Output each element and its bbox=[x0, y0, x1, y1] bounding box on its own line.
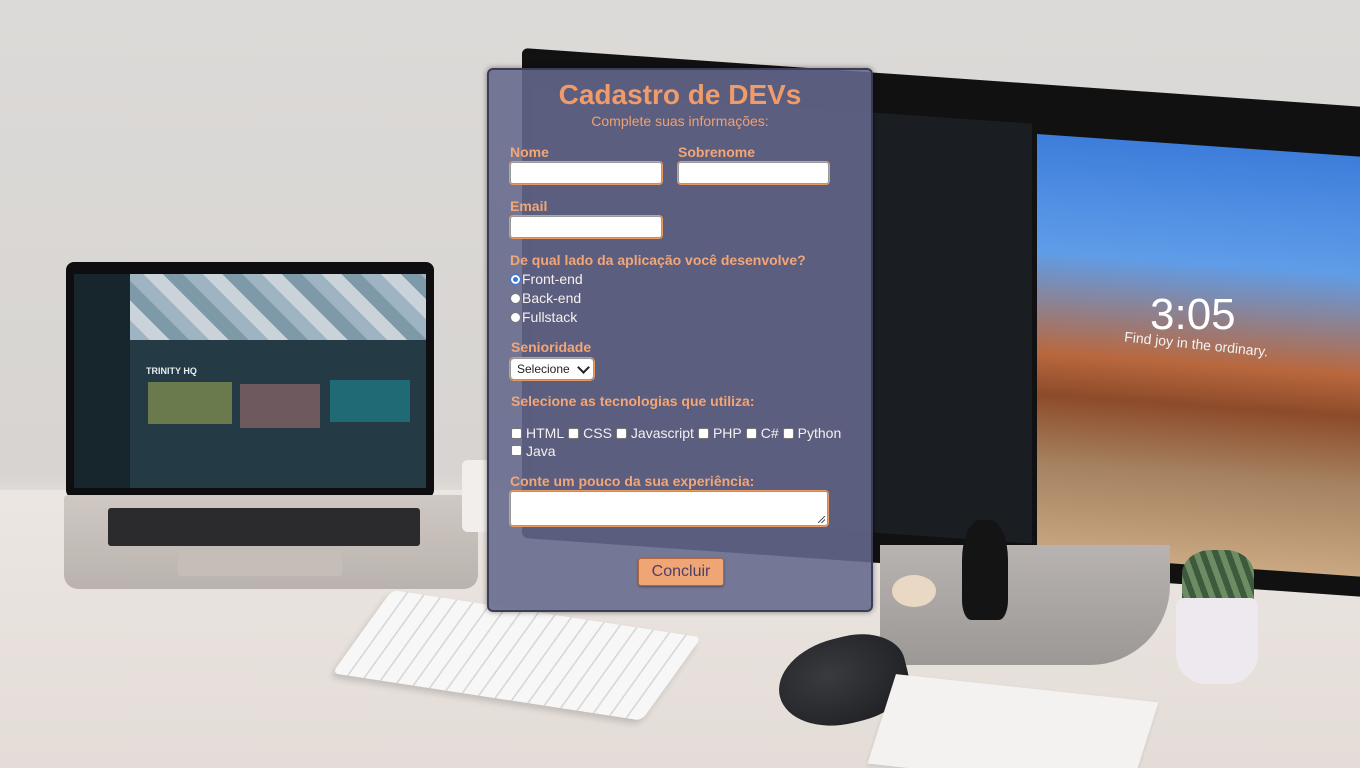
checkbox-label: Python bbox=[797, 425, 842, 441]
experience-label: Conte um pouco da sua experiência: bbox=[510, 473, 755, 489]
checkbox[interactable] bbox=[568, 427, 580, 439]
checkbox-label: CSS bbox=[583, 425, 612, 441]
radio-button[interactable] bbox=[510, 311, 521, 323]
radio-fullstack[interactable]: Fullstack bbox=[510, 308, 577, 326]
radio-label: Back-end bbox=[522, 290, 582, 306]
monitor-wallpaper bbox=[1037, 134, 1360, 581]
last-name-input[interactable] bbox=[678, 162, 829, 184]
seniority-selected-value: Selecione bbox=[517, 362, 570, 376]
laptop-card bbox=[330, 380, 410, 422]
checkbox-label: C# bbox=[760, 425, 779, 441]
lamp bbox=[892, 575, 936, 607]
email-input[interactable] bbox=[510, 216, 662, 238]
checkbox-php[interactable]: PHP bbox=[697, 425, 742, 441]
side-question-label: De qual lado da aplicação você desenvolv… bbox=[510, 252, 806, 268]
tech-question-label: Selecione as tecnologias que utiliza: bbox=[511, 393, 755, 409]
checkbox[interactable] bbox=[745, 427, 757, 439]
checkbox-label: Java bbox=[526, 442, 556, 459]
laptop-card bbox=[148, 382, 232, 424]
form-subtitle: Complete suas informações: bbox=[591, 113, 769, 129]
first-name-input[interactable] bbox=[510, 162, 662, 184]
checkbox-html[interactable]: HTML bbox=[511, 425, 564, 441]
laptop-screen: TRINITY HQ bbox=[66, 262, 434, 498]
radio-front-end[interactable]: Front-end bbox=[510, 270, 583, 288]
checkbox-java[interactable]: Java bbox=[511, 443, 556, 459]
laptop-workspace-title: TRINITY HQ bbox=[146, 366, 197, 376]
seniority-label: Senioridade bbox=[511, 339, 592, 355]
radio-label: Front-end bbox=[522, 271, 583, 287]
chevron-down-icon bbox=[577, 360, 590, 374]
checkbox[interactable] bbox=[782, 427, 794, 439]
laptop-banner bbox=[130, 274, 426, 340]
figurine bbox=[962, 520, 1008, 620]
radio-button[interactable] bbox=[510, 292, 521, 304]
radio-button-checked[interactable] bbox=[510, 273, 521, 285]
checkbox-csharp[interactable]: C# bbox=[745, 425, 779, 441]
submit-button[interactable]: Concluir bbox=[638, 558, 724, 586]
laptop-keyboard bbox=[108, 508, 420, 546]
form-title: Cadastro de DEVs bbox=[558, 79, 802, 110]
checkbox-label: Javascript bbox=[630, 425, 694, 441]
laptop-sidebar bbox=[74, 274, 130, 488]
seniority-select[interactable]: Selecione bbox=[510, 358, 594, 380]
radio-back-end[interactable]: Back-end bbox=[510, 289, 581, 307]
checkbox[interactable] bbox=[697, 427, 709, 439]
laptop-card bbox=[240, 384, 320, 428]
resize-handle-icon[interactable] bbox=[818, 516, 825, 523]
laptop-display: TRINITY HQ bbox=[74, 274, 426, 488]
checkbox-javascript[interactable]: Javascript bbox=[615, 425, 694, 441]
checkbox[interactable] bbox=[511, 445, 522, 456]
email-label: Email bbox=[510, 198, 548, 214]
technologies-group: HTML CSS Javascript PHP C# Python Java bbox=[511, 425, 861, 460]
last-name-label: Sobrenome bbox=[678, 144, 756, 160]
first-name-label: Nome bbox=[510, 144, 549, 160]
checkbox-css[interactable]: CSS bbox=[568, 425, 612, 441]
checkbox-label: PHP bbox=[712, 425, 742, 441]
experience-textarea[interactable] bbox=[510, 491, 828, 526]
checkbox[interactable] bbox=[615, 427, 627, 439]
cup bbox=[462, 460, 490, 532]
checkbox[interactable] bbox=[511, 427, 522, 439]
radio-label: Fullstack bbox=[522, 309, 578, 325]
checkbox-python[interactable]: Python bbox=[782, 425, 842, 441]
checkbox-label: HTML bbox=[526, 425, 565, 441]
dev-registration-form: Cadastro de DEVs Complete suas informaçõ… bbox=[487, 68, 873, 612]
plant-pot bbox=[1176, 598, 1258, 684]
laptop-trackpad bbox=[178, 550, 342, 576]
